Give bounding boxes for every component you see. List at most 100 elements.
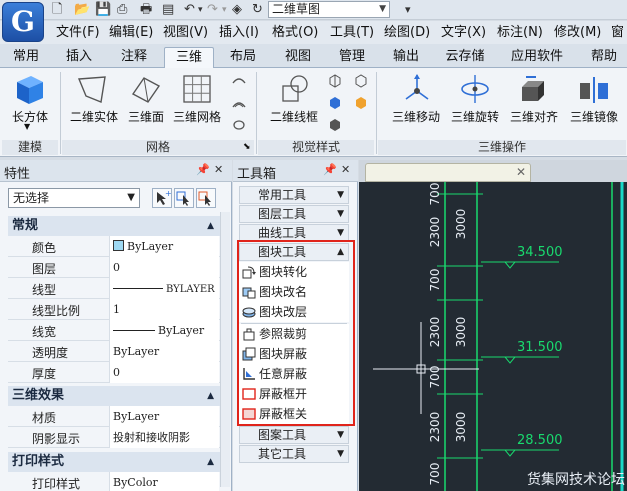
property-value[interactable]: 投射和接收阴影 (109, 427, 219, 448)
tab-view[interactable]: 视图 (276, 47, 320, 68)
tab-help[interactable]: 帮助 (582, 47, 626, 68)
ruled-surface-icon[interactable] (232, 118, 246, 132)
drawing-tab[interactable]: ✕ (365, 163, 531, 182)
menu-insert[interactable]: 插入(I) (219, 25, 259, 40)
align-3d-button[interactable]: 三维对齐 (506, 108, 562, 125)
toolbox-group-common[interactable]: 常用工具 ▼ (239, 186, 349, 204)
plot-preview-icon[interactable]: ▤ (162, 1, 174, 19)
tabulated-surface-icon[interactable] (232, 96, 246, 110)
wireframe-3d-icon[interactable] (328, 74, 342, 88)
menu-modify[interactable]: 修改(M) (554, 25, 601, 40)
property-row-transparency[interactable]: 透明度 ByLayer (8, 341, 220, 362)
tool-block-relayer[interactable]: 图块改层 (239, 302, 349, 322)
pin-icon[interactable]: 📌 (323, 163, 337, 176)
app-logo[interactable]: G (2, 2, 44, 42)
open-folder-icon[interactable]: 📂 (74, 1, 90, 19)
menu-edit[interactable]: 编辑(E) (109, 25, 153, 40)
toggle-pickadd-button[interactable] (196, 188, 216, 208)
tool-block-convert[interactable]: 图块转化 (239, 262, 349, 282)
shaded-style-icon[interactable] (328, 118, 342, 132)
property-row-material[interactable]: 材质 ByLayer (8, 406, 220, 427)
move-3d-button[interactable]: 三维移动 (386, 108, 446, 125)
selection-dropdown[interactable]: 无选择 ▼ (8, 188, 140, 208)
menu-window[interactable]: 窗 (611, 25, 624, 40)
mirror-3d-button[interactable]: 三维镜像 (566, 108, 622, 125)
undo-icon[interactable]: ↶ (184, 1, 195, 19)
properties-scrollbar[interactable] (220, 212, 230, 487)
menu-tools[interactable]: 工具(T) (330, 25, 374, 40)
menu-draw[interactable]: 绘图(D) (384, 25, 430, 40)
cad-drawing[interactable]: 3000 2300 700 3000 2300 700 3000 2300 700 700 34.… (359, 182, 627, 491)
tab-3d[interactable]: 三维 (164, 47, 214, 69)
property-row-shadow[interactable]: 阴影显示 投射和接收阴影 (8, 427, 220, 448)
toolbox-group-hatch[interactable]: 图案工具 ▼ (239, 426, 349, 444)
wireframe-2d-button[interactable]: 二维线框 (266, 108, 322, 125)
quick-select-button[interactable]: + (152, 188, 172, 208)
layers-icon[interactable]: ◈ (232, 1, 242, 19)
property-value[interactable]: ByLayer (109, 236, 219, 257)
new-file-icon[interactable]: 🗋 (52, 1, 62, 19)
select-objects-button[interactable] (174, 188, 194, 208)
redo-dropdown-icon[interactable]: ▾ (222, 1, 227, 19)
redo-icon[interactable]: ↷ (207, 1, 218, 19)
property-row-lineweight[interactable]: 线宽 ByLayer (8, 320, 220, 341)
tool-block-rename[interactable]: 图块改名 (239, 282, 349, 302)
section-print-style[interactable]: 打印样式 ▲ (8, 452, 220, 472)
tool-mask-frame-on[interactable]: 屏蔽框开 (239, 384, 349, 404)
undo-dropdown-icon[interactable]: ▾ (198, 1, 203, 19)
tab-home[interactable]: 常用 (4, 47, 48, 68)
toolbox-group-layer[interactable]: 图层工具 ▼ (239, 205, 349, 223)
toolbox-group-block[interactable]: 图块工具 ▲ (239, 243, 349, 261)
face-3d-button[interactable]: 三维面 (124, 108, 168, 125)
property-row-layer[interactable]: 图层 0 (8, 257, 220, 278)
toolbox-group-other[interactable]: 其它工具 ▼ (239, 445, 349, 463)
property-row-color[interactable]: 颜色 ByLayer (8, 236, 220, 257)
menu-file[interactable]: 文件(F) (56, 25, 100, 40)
refresh-icon[interactable]: ↻ (252, 1, 263, 19)
section-general[interactable]: 常规 ▲ (8, 216, 220, 236)
conceptual-style-icon[interactable] (328, 96, 342, 110)
realistic-style-icon[interactable] (354, 96, 368, 110)
property-row-linetype-scale[interactable]: 线型比例 1 (8, 299, 220, 320)
solid-2d-button[interactable]: 二维实体 (66, 108, 122, 125)
property-value[interactable]: 1 (109, 299, 219, 320)
property-row-linetype[interactable]: 线型 BYLAYER (8, 278, 220, 299)
customize-toolbar-icon[interactable]: ▾ (405, 1, 411, 19)
expand-panel-icon[interactable]: ⬊ (243, 142, 251, 152)
revolved-surface-icon[interactable] (232, 74, 246, 88)
tool-arbitrary-mask[interactable]: 任意屏蔽 (239, 364, 349, 384)
mesh-3d-button[interactable]: 三维网格 (170, 108, 224, 125)
tool-block-mask[interactable]: 图块屏蔽 (239, 344, 349, 364)
section-3d-effects[interactable]: 三维效果 ▲ (8, 386, 220, 406)
tab-insert[interactable]: 插入 (57, 47, 101, 68)
close-icon[interactable]: ✕ (214, 163, 223, 176)
tab-output[interactable]: 输出 (384, 47, 428, 68)
menu-dimension[interactable]: 标注(N) (497, 25, 543, 40)
print-icon[interactable]: 🖶 (140, 1, 152, 19)
tab-apps[interactable]: 应用软件 (505, 47, 569, 68)
tool-xref-clip[interactable]: 参照裁剪 (239, 324, 349, 344)
tab-layout[interactable]: 布局 (221, 47, 265, 68)
pin-icon[interactable]: 📌 (196, 163, 210, 176)
tab-annotate[interactable]: 注释 (112, 47, 156, 68)
property-value[interactable]: ByLayer (109, 341, 219, 362)
tab-manage[interactable]: 管理 (330, 47, 374, 68)
property-row-thickness[interactable]: 厚度 0 (8, 362, 220, 383)
box-dropdown-icon[interactable]: ▼ (24, 122, 30, 131)
property-row-plot-style[interactable]: 打印样式 ByColor (8, 472, 220, 491)
menu-text[interactable]: 文字(X) (441, 25, 486, 40)
hidden-style-icon[interactable] (354, 74, 368, 88)
property-value[interactable]: BYLAYER (109, 278, 219, 299)
property-value[interactable]: ByLayer (109, 406, 219, 427)
save-as-icon[interactable]: ⎙ (117, 1, 127, 19)
toolbox-group-curve[interactable]: 曲线工具 ▼ (239, 224, 349, 242)
document-selector[interactable]: 二维草图 ▼ (268, 1, 390, 18)
save-icon[interactable]: 💾 (95, 1, 111, 19)
menu-format[interactable]: 格式(O) (272, 25, 318, 40)
rotate-3d-button[interactable]: 三维旋转 (446, 108, 504, 125)
tab-cloud[interactable]: 云存储 (439, 47, 491, 68)
tool-mask-frame-off[interactable]: 屏蔽框关 (239, 404, 349, 424)
close-icon[interactable]: ✕ (516, 165, 526, 179)
close-icon[interactable]: ✕ (341, 163, 350, 176)
drawing-canvas[interactable]: ✕ 3000 2300 700 3000 2300 700 3000 2300 … (359, 160, 627, 491)
